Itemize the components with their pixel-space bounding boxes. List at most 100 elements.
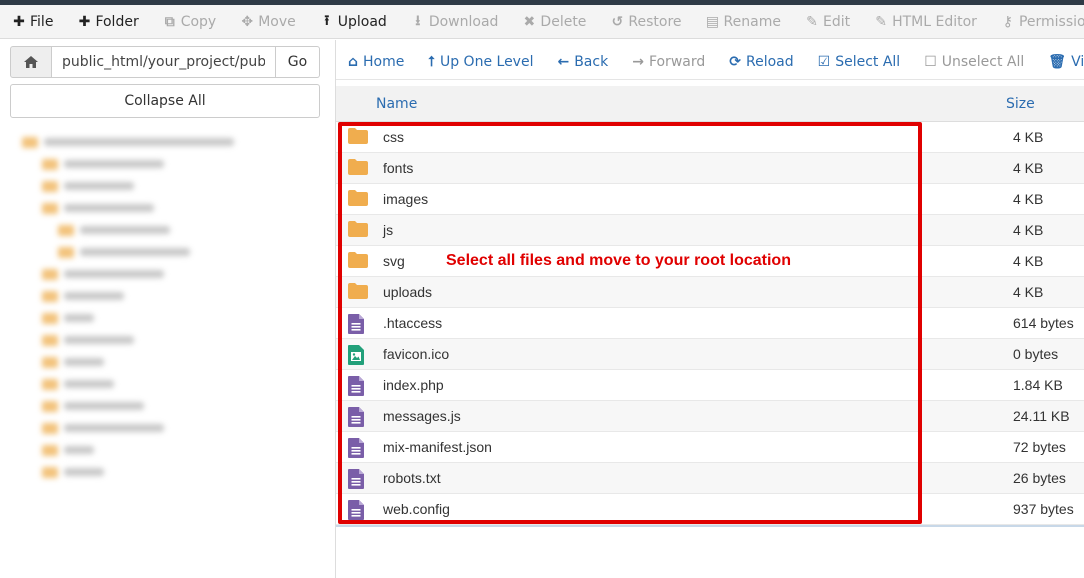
- toolbar-button-label: HTML Editor: [892, 13, 977, 30]
- folder-icon: [42, 290, 58, 302]
- tree-item[interactable]: [42, 442, 94, 458]
- file-name[interactable]: uploads: [383, 284, 432, 300]
- toolbar-move-button[interactable]: ✥ Move: [228, 5, 308, 38]
- table-row[interactable]: uploads 4 KB: [336, 277, 1084, 308]
- tree-item[interactable]: [42, 398, 144, 414]
- file-size: 4 KB: [1013, 284, 1044, 300]
- nav-button-label: Select All: [835, 53, 901, 70]
- image-file-icon: [348, 345, 364, 365]
- table-row[interactable]: index.php 1.84 KB: [336, 370, 1084, 401]
- collapse-all-button[interactable]: Collapse All: [10, 84, 320, 118]
- path-input[interactable]: [52, 46, 276, 78]
- text-file-icon: [348, 438, 364, 458]
- tree-item[interactable]: [22, 134, 234, 150]
- table-row[interactable]: fonts 4 KB: [336, 153, 1084, 184]
- tree-item[interactable]: [42, 288, 124, 304]
- tree-item[interactable]: [58, 244, 190, 260]
- file-name[interactable]: fonts: [383, 160, 413, 176]
- tree-item-label-placeholder: [64, 446, 94, 454]
- tree-item[interactable]: [42, 376, 114, 392]
- table-row[interactable]: mix-manifest.json 72 bytes: [336, 432, 1084, 463]
- file-name[interactable]: svg: [383, 253, 405, 269]
- toolbar-button-label: Folder: [95, 13, 139, 30]
- table-row[interactable]: .htaccess 614 bytes: [336, 308, 1084, 339]
- file-name[interactable]: index.php: [383, 377, 444, 393]
- file-name[interactable]: css: [383, 129, 404, 145]
- tree-item-label-placeholder: [64, 314, 94, 322]
- folder-icon: [42, 312, 58, 324]
- copy-icon: ⧉: [164, 13, 175, 30]
- nav-back-button[interactable]: ← Back: [545, 44, 620, 79]
- nav-button-label: Back: [574, 53, 609, 70]
- home-button[interactable]: [10, 46, 52, 78]
- toolbar-restore-button[interactable]: ↺ Restore: [598, 5, 693, 38]
- folder-icon: [22, 136, 38, 148]
- file-name[interactable]: web.config: [383, 501, 450, 517]
- nav-view-button[interactable]: 🗑 View: [1036, 44, 1084, 79]
- up-level-icon: ⭡: [428, 53, 435, 70]
- toolbar-copy-button[interactable]: ⧉ Copy: [151, 5, 229, 38]
- tree-item-label-placeholder: [64, 204, 154, 212]
- nav-forward-button[interactable]: → Forward: [620, 44, 717, 79]
- file-name[interactable]: js: [383, 222, 393, 238]
- folder-tree: [18, 128, 318, 568]
- file-name[interactable]: .htaccess: [383, 315, 442, 331]
- table-row[interactable]: web.config 937 bytes: [336, 494, 1084, 525]
- toolbar-button-label: Restore: [628, 13, 682, 30]
- restore-icon: ↺: [611, 13, 624, 30]
- tree-item[interactable]: [42, 354, 104, 370]
- toolbar-rename-button[interactable]: ▤ Rename: [694, 5, 793, 38]
- toolbar-permissions-button[interactable]: ⚷Permissions: [989, 5, 1084, 38]
- table-row[interactable]: js 4 KB: [336, 215, 1084, 246]
- file-name[interactable]: messages.js: [383, 408, 461, 424]
- tree-item[interactable]: [42, 266, 164, 282]
- folder-icon: [42, 356, 58, 368]
- nav-button-label: View: [1071, 53, 1084, 70]
- nav-up-one-level-button[interactable]: ⭡ Up One Level: [416, 44, 545, 79]
- tree-item[interactable]: [58, 222, 170, 238]
- toolbar-html-editor-button[interactable]: ✎ HTML Editor: [862, 5, 989, 38]
- tree-item[interactable]: [42, 156, 164, 172]
- file-name[interactable]: mix-manifest.json: [383, 439, 492, 455]
- nav-home-button[interactable]: ⌂ Home: [336, 44, 416, 79]
- move-icon: ✥: [241, 13, 254, 30]
- file-size: 4 KB: [1013, 222, 1044, 238]
- tree-item-label-placeholder: [64, 402, 144, 410]
- close-icon: ✖: [523, 13, 536, 30]
- tree-item[interactable]: [42, 178, 134, 194]
- folder-icon: [42, 466, 58, 478]
- toolbar-upload-button[interactable]: ⭱ Upload: [308, 5, 399, 38]
- file-name[interactable]: robots.txt: [383, 470, 441, 486]
- text-file-icon: [348, 314, 364, 334]
- tree-item[interactable]: [42, 310, 94, 326]
- toolbar-folder-button[interactable]: ✚ Folder: [65, 5, 150, 38]
- nav-select-all-button[interactable]: ☑ Select All: [806, 44, 913, 79]
- table-row[interactable]: favicon.ico 0 bytes: [336, 339, 1084, 370]
- nav-unselect-all-button[interactable]: ☐ Unselect All: [912, 44, 1036, 79]
- table-row[interactable]: robots.txt 26 bytes: [336, 463, 1084, 494]
- toolbar-download-button[interactable]: ⭳ Download: [399, 5, 511, 38]
- html-editor-icon: ✎: [875, 13, 887, 30]
- pencil-icon: ✎: [806, 13, 818, 30]
- tree-item[interactable]: [42, 332, 134, 348]
- table-row[interactable]: css 4 KB: [336, 122, 1084, 153]
- nav-reload-button[interactable]: ⟳ Reload: [717, 44, 805, 79]
- size-column-header[interactable]: Size: [1006, 96, 1035, 112]
- file-rows: css 4 KB fonts 4 KB images 4 KB js 4 KB svg 4 KB u…: [336, 122, 1084, 525]
- tree-item-label-placeholder: [64, 270, 164, 278]
- tree-item[interactable]: [42, 464, 104, 480]
- go-button[interactable]: Go: [276, 46, 320, 78]
- file-size: 0 bytes: [1013, 346, 1059, 362]
- table-row[interactable]: messages.js 24.11 KB: [336, 401, 1084, 432]
- file-name[interactable]: images: [383, 191, 428, 207]
- tree-item[interactable]: [42, 200, 154, 216]
- file-name[interactable]: favicon.ico: [383, 346, 449, 362]
- table-row[interactable]: images 4 KB: [336, 184, 1084, 215]
- toolbar-file-button[interactable]: ✚ File: [0, 5, 65, 38]
- toolbar-delete-button[interactable]: ✖ Delete: [510, 5, 598, 38]
- tree-item-label-placeholder: [64, 468, 104, 476]
- toolbar-edit-button[interactable]: ✎ Edit: [793, 5, 862, 38]
- name-column-header[interactable]: Name: [376, 96, 417, 112]
- tree-item[interactable]: [42, 420, 164, 436]
- main-toolbar: ✚ File ✚ Folder ⧉ Copy ✥ Move ⭱ Upload ⭳ Download ✖ D…: [0, 5, 1084, 39]
